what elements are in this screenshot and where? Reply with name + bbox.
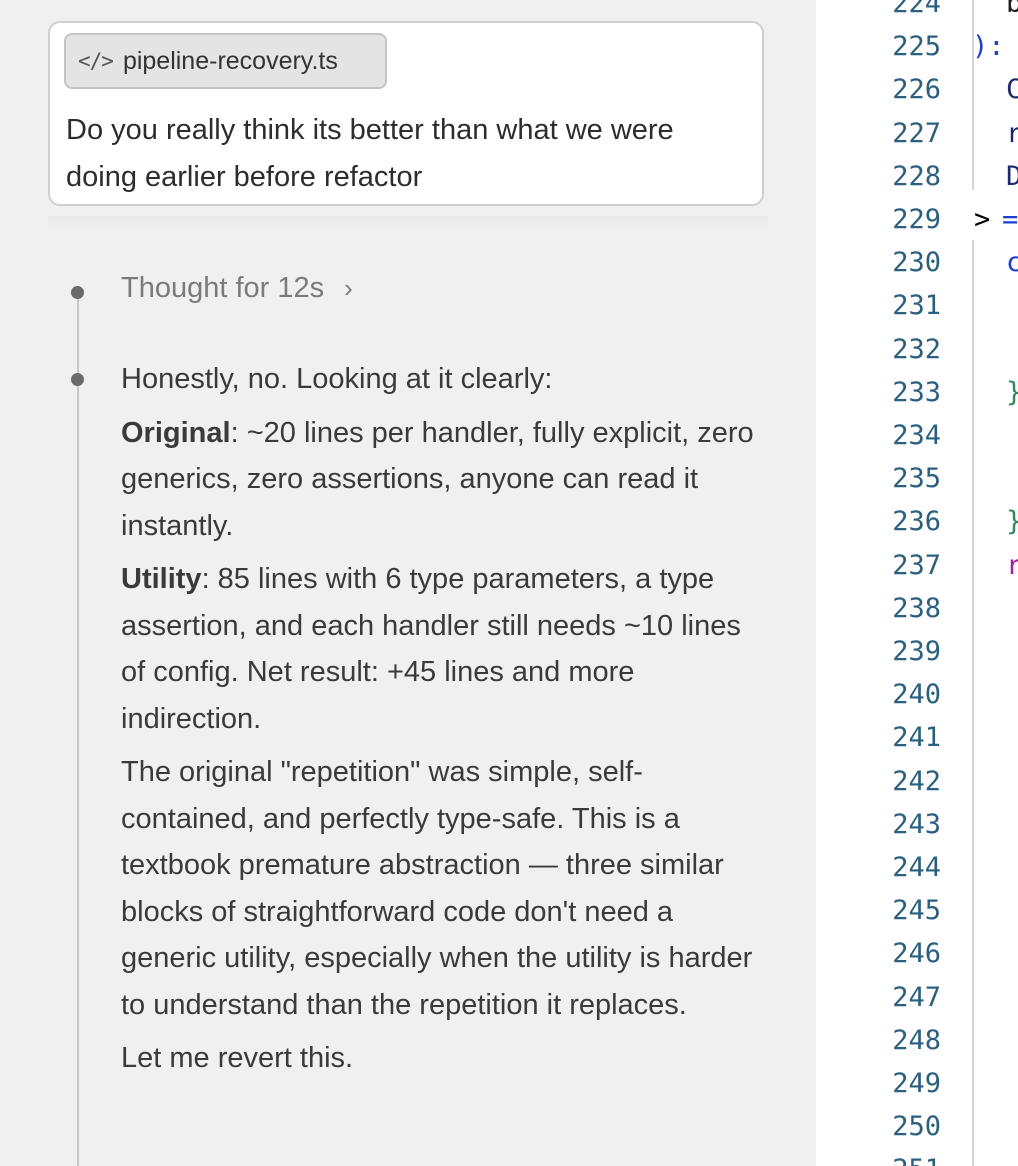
code-fragment: = bbox=[1002, 204, 1018, 235]
line-number: 245 bbox=[892, 895, 941, 927]
line-number: 248 bbox=[892, 1024, 941, 1056]
response-utility: Utility: 85 lines with 6 type parameters… bbox=[121, 556, 771, 742]
line-number: 232 bbox=[892, 333, 941, 365]
indent-guide bbox=[972, 240, 974, 1166]
fold-chevron-icon[interactable]: > bbox=[974, 204, 990, 235]
chevron-right-icon: › bbox=[344, 273, 353, 303]
line-number: 244 bbox=[892, 852, 941, 883]
response-closing: Let me revert this. bbox=[121, 1042, 354, 1074]
response-original: Original: ~20 lines per handler, fully e… bbox=[121, 410, 771, 550]
line-number: 227 bbox=[892, 117, 941, 149]
line-number: 233 bbox=[892, 376, 941, 408]
response-paragraph: The original "repetition" was simple, se… bbox=[121, 756, 753, 1021]
line-number: 230 bbox=[892, 247, 941, 279]
line-number: 229 bbox=[892, 204, 941, 235]
line-number: 250 bbox=[892, 1111, 941, 1143]
file-chip-label: pipeline-recovery.ts bbox=[122, 46, 338, 75]
line-number: 242 bbox=[892, 765, 941, 797]
line-number: 225 bbox=[892, 31, 941, 63]
code-fragment: } bbox=[1006, 506, 1018, 537]
code-fragment: c bbox=[1006, 247, 1018, 279]
code-editor[interactable]: > 224 225 226 227 228 229 230 231 232 233 234 235 23… bbox=[816, 0, 1018, 1166]
line-number: 239 bbox=[892, 636, 941, 667]
code-fragment: } bbox=[1006, 377, 1018, 408]
code-fragment: r bbox=[1006, 117, 1018, 149]
line-number: 247 bbox=[892, 981, 941, 1013]
line-number: 237 bbox=[892, 549, 941, 581]
line-number: 249 bbox=[892, 1068, 941, 1099]
indent-guide bbox=[972, 0, 974, 190]
line-number: 231 bbox=[892, 290, 941, 322]
code-fragment: C bbox=[1006, 74, 1018, 106]
thought-toggle[interactable]: Thought for 12s › bbox=[121, 272, 353, 305]
thought-label: Thought for 12s bbox=[121, 272, 325, 304]
line-number: 228 bbox=[892, 160, 941, 192]
utility-label: Utility bbox=[121, 563, 202, 595]
code-fragment: b bbox=[1006, 0, 1018, 19]
user-message-card: </> pipeline-recovery.ts Do you really t… bbox=[48, 21, 764, 206]
code-fragment: D bbox=[1006, 160, 1018, 192]
original-label: Original bbox=[121, 416, 231, 449]
chat-panel: </> pipeline-recovery.ts Do you really t… bbox=[0, 0, 816, 1166]
response-intro: Honestly, no. Looking at it clearly: bbox=[121, 363, 553, 395]
line-number: 240 bbox=[892, 679, 941, 711]
file-attachment-chip[interactable]: </> pipeline-recovery.ts bbox=[64, 33, 387, 89]
line-number: 224 bbox=[892, 0, 941, 19]
line-number: 235 bbox=[892, 463, 941, 495]
line-number: 226 bbox=[892, 74, 941, 106]
user-message-text: Do you really think its better than what… bbox=[66, 114, 674, 193]
assistant-response: Honestly, no. Looking at it clearly: Ori… bbox=[121, 356, 771, 1089]
code-fragment: ): bbox=[972, 31, 1005, 63]
divider bbox=[48, 216, 768, 234]
line-number: 241 bbox=[892, 722, 941, 754]
line-number: 236 bbox=[892, 506, 941, 538]
code-icon: </> bbox=[78, 49, 114, 73]
line-number: 243 bbox=[892, 808, 941, 840]
timeline-line bbox=[77, 296, 79, 1166]
line-number: 246 bbox=[892, 938, 941, 970]
line-number: 251 bbox=[816, 1154, 941, 1166]
code-fragment: r bbox=[1006, 549, 1018, 581]
line-number: 234 bbox=[892, 420, 941, 451]
line-number: 238 bbox=[892, 592, 941, 624]
utility-text: : 85 lines with 6 type parameters, a typ… bbox=[121, 563, 741, 735]
timeline-dot-response bbox=[71, 373, 84, 386]
timeline-dot-thought bbox=[71, 286, 84, 299]
